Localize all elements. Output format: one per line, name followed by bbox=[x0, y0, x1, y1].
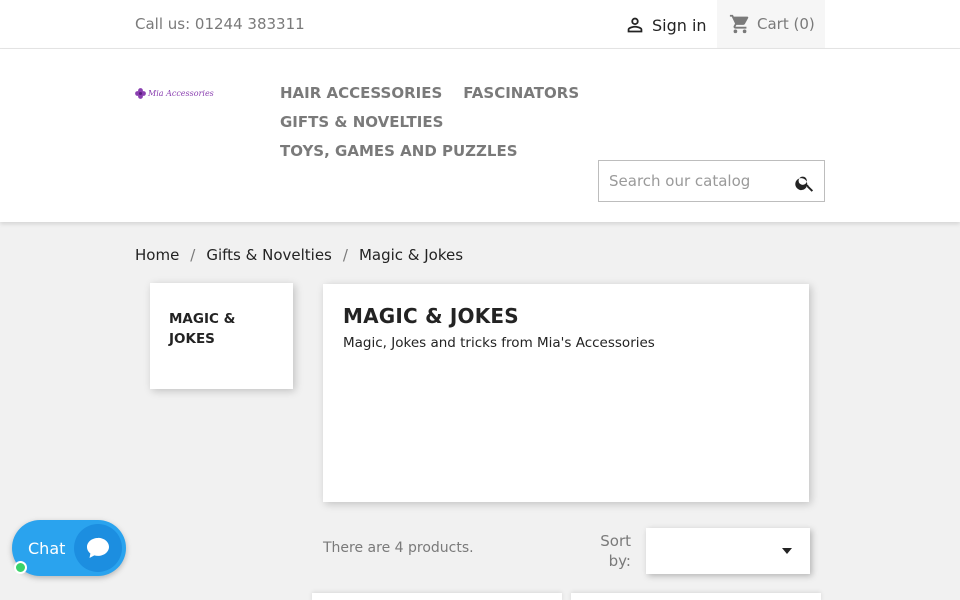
category-header: MAGIC & JOKES Magic, Jokes and tricks fr… bbox=[323, 284, 809, 502]
cart-count: (0) bbox=[793, 15, 815, 33]
chat-widget-button[interactable]: Chat bbox=[12, 520, 126, 576]
search-box bbox=[598, 160, 825, 202]
user-icon bbox=[627, 17, 643, 33]
menu-item-toys-games-puzzles[interactable]: TOYS, GAMES AND PUZZLES bbox=[280, 141, 518, 161]
sort-by-label: Sort by: bbox=[596, 531, 631, 571]
menu-item-hair-accessories[interactable]: HAIR ACCESSORIES bbox=[280, 83, 442, 103]
shopping-cart-icon bbox=[729, 14, 749, 34]
breadcrumb-separator: / bbox=[190, 246, 196, 264]
top-nav-bar: Call us: 01244 383311 Sign in Cart (0) bbox=[0, 0, 960, 49]
chat-bubble-container bbox=[74, 524, 122, 572]
cart-label: Cart bbox=[757, 15, 789, 33]
online-status-indicator bbox=[14, 561, 27, 574]
category-description: Magic, Jokes and tricks from Mia's Acces… bbox=[343, 335, 655, 351]
site-logo[interactable]: Mia Accessories bbox=[135, 85, 223, 101]
sidebar-category-line-2[interactable]: JOKES bbox=[169, 329, 283, 349]
site-header: Mia Accessories HAIR ACCESSORIES FASCINAT… bbox=[0, 49, 960, 222]
sort-label-line-2: by: bbox=[608, 552, 631, 570]
search-input[interactable] bbox=[599, 161, 779, 201]
product-card[interactable] bbox=[312, 593, 562, 600]
sort-dropdown[interactable] bbox=[646, 528, 810, 574]
product-card[interactable] bbox=[571, 593, 821, 600]
chat-label: Chat bbox=[28, 538, 66, 558]
search-icon[interactable] bbox=[794, 172, 816, 194]
chat-bubble-icon bbox=[87, 537, 109, 558]
breadcrumb-home[interactable]: Home bbox=[135, 246, 179, 264]
breadcrumb-separator: / bbox=[342, 246, 348, 264]
cart-button[interactable]: Cart (0) bbox=[717, 0, 825, 48]
flower-logo-icon bbox=[135, 87, 146, 99]
sign-in-link[interactable]: Sign in bbox=[624, 14, 707, 36]
sign-in-label: Sign in bbox=[652, 15, 707, 35]
contact-phone: Call us: 01244 383311 bbox=[135, 15, 305, 33]
sort-label-line-1: Sort bbox=[600, 532, 631, 550]
breadcrumb-magic-jokes[interactable]: Magic & Jokes bbox=[359, 246, 463, 264]
category-title: MAGIC & JOKES bbox=[343, 304, 519, 328]
caret-down-icon bbox=[782, 548, 792, 554]
menu-item-gifts-novelties[interactable]: GIFTS & NOVELTIES bbox=[280, 112, 443, 132]
breadcrumb-gifts-novelties[interactable]: Gifts & Novelties bbox=[206, 246, 332, 264]
menu-item-fascinators[interactable]: FASCINATORS bbox=[463, 83, 579, 103]
logo-text: Mia Accessories bbox=[148, 88, 214, 98]
sidebar-category-line-1[interactable]: MAGIC & bbox=[169, 309, 283, 329]
main-menu: HAIR ACCESSORIES FASCINATORS GIFTS & NOVEL… bbox=[280, 83, 780, 170]
product-count: There are 4 products. bbox=[323, 540, 474, 556]
category-sidebar: MAGIC & JOKES bbox=[150, 283, 293, 389]
breadcrumb: Home / Gifts & Novelties / Magic & Jokes bbox=[135, 246, 463, 264]
